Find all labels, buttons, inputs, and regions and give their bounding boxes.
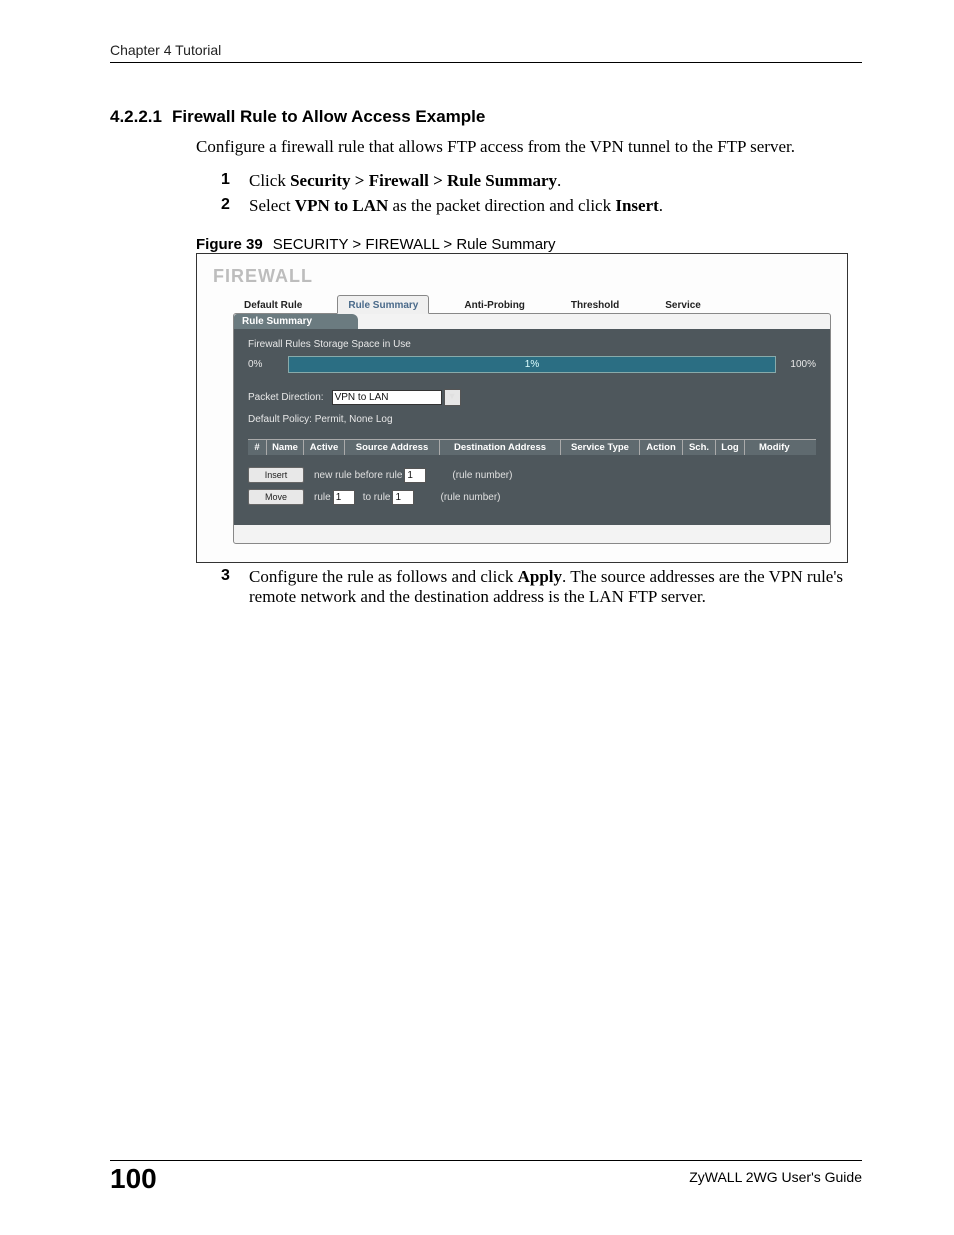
page-footer: 100 ZyWALL 2WG User's Guide [110, 1160, 862, 1193]
dark-block: Firewall Rules Storage Space in Use 0% 1… [234, 329, 830, 525]
th-modify: Modify [745, 440, 816, 455]
th-sch: Sch. [683, 440, 716, 455]
tab-service[interactable]: Service [654, 295, 712, 314]
step-1-text-c: . [557, 171, 561, 190]
progress-mid-label: 1% [289, 357, 775, 372]
move-text-2: to rule [363, 492, 391, 503]
firewall-title: FIREWALL [213, 266, 831, 287]
move-hint: (rule number) [440, 492, 500, 503]
progress-left: 0% [248, 359, 288, 370]
section-number: 4.2.2.1 [110, 107, 162, 127]
step-1-number: 1 [221, 171, 230, 189]
section-title: Firewall Rule to Allow Access Example [172, 107, 485, 126]
insert-rule-input[interactable]: 1 [404, 468, 426, 483]
move-to-input[interactable]: 1 [392, 490, 414, 505]
th-num: # [248, 440, 267, 455]
segment-title: Rule Summary [234, 314, 358, 329]
step-3-number: 3 [221, 567, 230, 585]
default-policy-label: Default Policy: Permit, None Log [248, 414, 816, 425]
step-1-text-a: Click [249, 171, 290, 190]
step-3-bold: Apply [518, 567, 562, 586]
progress-right: 100% [776, 359, 816, 370]
tab-anti-probing[interactable]: Anti-Probing [453, 295, 536, 314]
progress-row: 0% 1% 100% [248, 356, 816, 373]
packet-direction-select[interactable]: VPN to LAN [332, 390, 442, 405]
section-heading: 4.2.2.1 Firewall Rule to Allow Access Exa… [110, 107, 862, 127]
step-2-number: 2 [221, 196, 230, 214]
storage-label: Firewall Rules Storage Space in Use [248, 339, 816, 350]
step-2-text-a: Select [249, 196, 295, 215]
th-dest: Destination Address [440, 440, 561, 455]
firewall-screenshot: FIREWALL Default Rule Rule Summary Anti-… [196, 253, 848, 563]
th-source: Source Address [345, 440, 440, 455]
move-text-1: rule [314, 492, 331, 503]
step-1-bold: Security > Firewall > Rule Summary [290, 171, 557, 190]
th-name: Name [267, 440, 304, 455]
tab-rule-summary[interactable]: Rule Summary [337, 295, 429, 314]
inner-panel: Rule Summary Firewall Rules Storage Spac… [233, 313, 831, 544]
step-2-text-e: . [659, 196, 663, 215]
step-2: 2 Select VPN to LAN as the packet direct… [225, 196, 862, 216]
step-3-text-a: Configure the rule as follows and click [249, 567, 518, 586]
step-1: 1 Click Security > Firewall > Rule Summa… [225, 171, 862, 191]
figure-caption-text: SECURITY > FIREWALL > Rule Summary [273, 236, 556, 253]
insert-button[interactable]: Insert [248, 467, 304, 483]
step-2-bold-2: Insert [615, 196, 658, 215]
insert-hint: (rule number) [452, 470, 512, 481]
guide-name: ZyWALL 2WG User's Guide [689, 1165, 862, 1185]
move-button[interactable]: Move [248, 489, 304, 505]
progress-bar: 1% [288, 356, 776, 373]
figure-label: Figure 39 [196, 236, 263, 253]
chapter-header: Chapter 4 Tutorial [110, 42, 862, 63]
th-service: Service Type [561, 440, 640, 455]
tab-bar: Default Rule Rule Summary Anti-Probing T… [233, 291, 831, 313]
step-2-text-c: as the packet direction and click [388, 196, 615, 215]
packet-direction-label: Packet Direction: [248, 392, 324, 403]
step-3: 3 Configure the rule as follows and clic… [225, 567, 862, 607]
insert-text: new rule before rule [314, 470, 402, 481]
step-2-bold-1: VPN to LAN [295, 196, 389, 215]
th-log: Log [716, 440, 745, 455]
page-number: 100 [110, 1165, 157, 1193]
tab-threshold[interactable]: Threshold [560, 295, 630, 314]
section-intro: Configure a firewall rule that allows FT… [196, 137, 862, 157]
figure-caption: Figure 39 SECURITY > FIREWALL > Rule Summ… [196, 236, 862, 253]
th-active: Active [304, 440, 345, 455]
th-action: Action [640, 440, 683, 455]
chevron-down-icon[interactable]: ▼ [444, 389, 461, 406]
tab-default-rule[interactable]: Default Rule [233, 295, 313, 314]
move-from-input[interactable]: 1 [333, 490, 355, 505]
rules-table-header: # Name Active Source Address Destination… [248, 439, 816, 455]
